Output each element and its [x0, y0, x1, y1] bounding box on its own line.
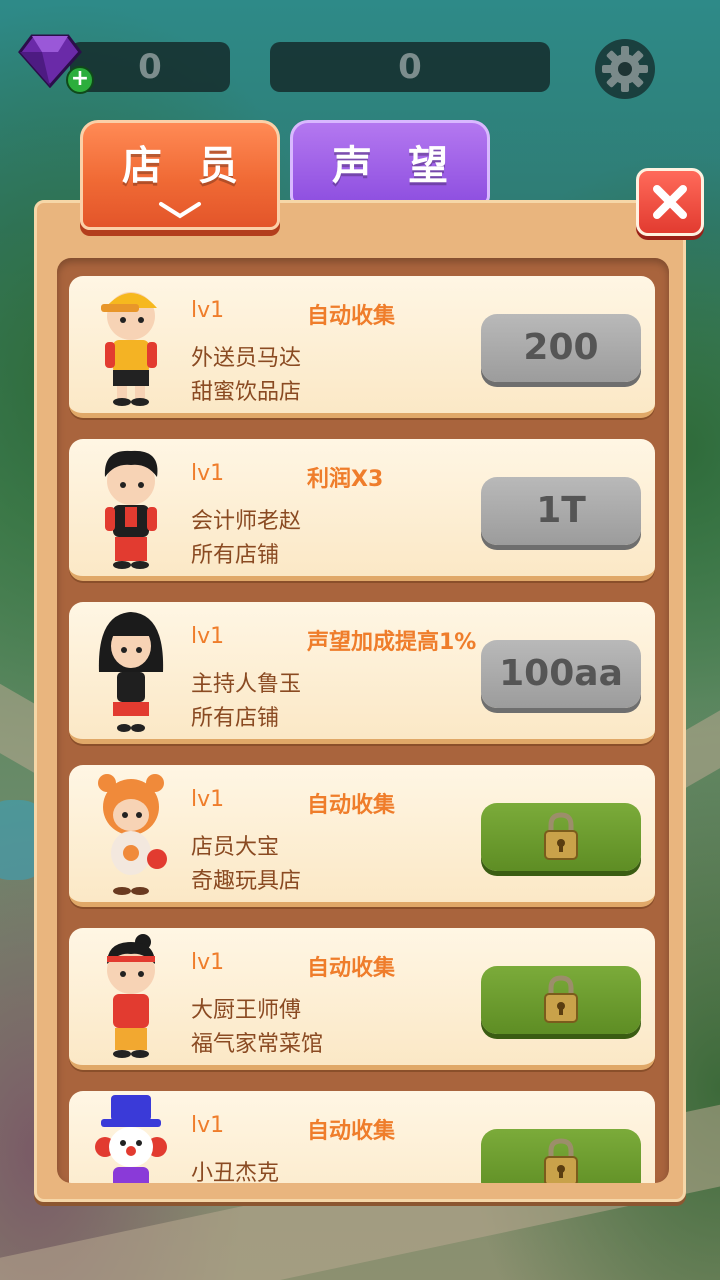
- hire-price-button[interactable]: 1T: [481, 477, 641, 545]
- staff-shop: 奇趣玩具店: [191, 869, 302, 894]
- staff-name: 小丑杰克: [191, 1161, 280, 1183]
- staff-card: lv1 自动收集 小丑杰克: [69, 1091, 655, 1183]
- staff-skill: 自动收集: [307, 1119, 396, 1144]
- staff-skill: 自动收集: [307, 956, 396, 981]
- staff-card: lv1 声望加成提高1% 主持人鲁玉 所有店铺 100aa: [69, 602, 655, 744]
- staff-panel: lv1 自动收集 外送员马达 甜蜜饮品店 200 lv1 利润X3 会计师老赵 …: [34, 200, 686, 1202]
- staff-skill: 自动收集: [307, 304, 396, 329]
- staff-name: 店员大宝: [191, 835, 280, 860]
- settings-gear-icon[interactable]: [594, 38, 656, 100]
- staff-card: lv1 自动收集 大厨王师傅 福气家常菜馆: [69, 928, 655, 1070]
- staff-card: lv1 自动收集 外送员马达 甜蜜饮品店 200: [69, 276, 655, 418]
- close-button[interactable]: [636, 168, 704, 236]
- staff-name: 会计师老赵: [191, 509, 302, 534]
- lock-icon: [544, 1138, 578, 1183]
- staff-name: 外送员马达: [191, 346, 302, 371]
- bear-costume-avatar: [98, 774, 167, 895]
- lock-icon: [544, 975, 578, 1023]
- plus-icon: +: [66, 66, 94, 94]
- locked-button[interactable]: [481, 966, 641, 1034]
- staff-level: lv1: [191, 461, 225, 486]
- staff-card: lv1 利润X3 会计师老赵 所有店铺 1T: [69, 439, 655, 581]
- staff-level: lv1: [191, 950, 225, 975]
- hire-price-button[interactable]: 200: [481, 314, 641, 382]
- locked-button[interactable]: [481, 1129, 641, 1183]
- lock-icon: [544, 812, 578, 860]
- staff-shop: 甜蜜饮品店: [191, 380, 302, 405]
- locked-button[interactable]: [481, 803, 641, 871]
- coin-counter: 0: [270, 42, 550, 92]
- staff-skill: 利润X3: [307, 467, 384, 492]
- staff-skill: 声望加成提高1%: [307, 630, 477, 655]
- staff-card: lv1 自动收集 店员大宝 奇趣玩具店: [69, 765, 655, 907]
- staff-name: 主持人鲁玉: [191, 672, 302, 697]
- clown-avatar: [95, 1095, 167, 1183]
- delivery-man-avatar: [101, 292, 157, 406]
- staff-shop: 福气家常菜馆: [191, 1032, 324, 1057]
- staff-level: lv1: [191, 787, 225, 812]
- host-avatar: [98, 612, 164, 732]
- staff-shop: 所有店铺: [191, 543, 280, 568]
- top-bar: 0 + 0: [0, 28, 720, 108]
- staff-level: lv1: [191, 298, 225, 323]
- chef-avatar: [107, 934, 155, 1058]
- hire-price-button[interactable]: 100aa: [481, 640, 641, 708]
- staff-skill: 自动收集: [307, 793, 396, 818]
- staff-list-container[interactable]: lv1 自动收集 外送员马达 甜蜜饮品店 200 lv1 利润X3 会计师老赵 …: [57, 258, 669, 1183]
- staff-level: lv1: [191, 624, 225, 649]
- staff-shop: 所有店铺: [191, 706, 280, 731]
- close-icon: [653, 185, 687, 219]
- staff-name: 大厨王师傅: [191, 998, 302, 1023]
- chevron-down-icon: [159, 202, 201, 219]
- staff-level: lv1: [191, 1113, 225, 1138]
- add-gems-button[interactable]: +: [14, 28, 94, 98]
- accountant-avatar: [104, 450, 158, 569]
- gem-counter: 0: [70, 42, 230, 92]
- tab-fame[interactable]: 声望: [290, 120, 490, 206]
